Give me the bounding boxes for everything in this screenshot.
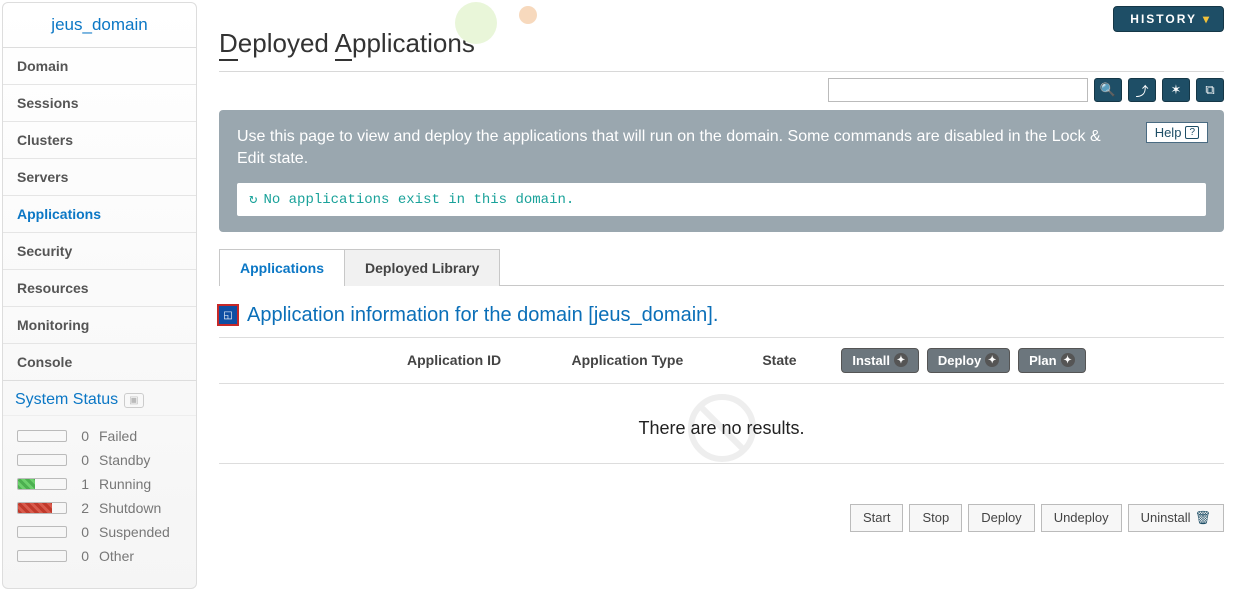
col-checkbox [219, 337, 399, 383]
col-state: State [754, 337, 829, 383]
nav-item-monitoring[interactable]: Monitoring [3, 307, 196, 344]
info-description: Use this page to view and deploy the app… [237, 126, 1206, 171]
system-status-heading: System Status ▣ [3, 381, 196, 416]
undeploy-button[interactable]: Undeploy [1041, 504, 1122, 532]
install-button[interactable]: Install✦ [841, 348, 919, 373]
tab-deployed-library[interactable]: Deployed Library [345, 249, 500, 286]
status-bar-failed [17, 430, 67, 442]
search-button[interactable]: 🔍 [1094, 78, 1122, 102]
chevron-down-icon: ▾ [1203, 12, 1211, 26]
nav-item-servers[interactable]: Servers [3, 159, 196, 196]
system-status-list: 0 Failed 0 Standby 1 Running 2 Shutdown … [3, 416, 196, 584]
start-button[interactable]: Start [850, 504, 903, 532]
nav-item-clusters[interactable]: Clusters [3, 122, 196, 159]
status-bar-running [17, 478, 67, 490]
status-count: 2 [77, 500, 89, 516]
section-heading: ◱ Application information for the domain… [219, 304, 1224, 327]
status-label: Shutdown [99, 500, 161, 516]
status-label: Failed [99, 428, 137, 444]
schema-button[interactable]: ⧉ [1196, 78, 1224, 102]
status-count: 0 [77, 548, 89, 564]
nav-item-security[interactable]: Security [3, 233, 196, 270]
status-row-standby: 0 Standby [17, 448, 182, 472]
uninstall-button[interactable]: Uninstall🗑 [1128, 504, 1224, 532]
status-label: Standby [99, 452, 150, 468]
status-count: 0 [77, 428, 89, 444]
status-message: ↻No applications exist in this domain. [237, 183, 1206, 216]
status-bar-standby [17, 454, 67, 466]
xml-icon: ✶ [1171, 82, 1182, 98]
search-input[interactable] [828, 78, 1088, 102]
nav-item-resources[interactable]: Resources [3, 270, 196, 307]
sidebar-nav: Domain Sessions Clusters Servers Applica… [3, 48, 196, 381]
tab-applications[interactable]: Applications [219, 249, 345, 286]
col-application-type: Application Type [564, 337, 755, 383]
status-row-other: 0 Other [17, 544, 182, 568]
applications-table: Application ID Application Type State In… [219, 337, 1224, 384]
deploy-action-button[interactable]: Deploy [968, 504, 1034, 532]
page-title: Deployed Applications [219, 0, 1224, 72]
status-bar-shutdown [17, 502, 67, 514]
plus-icon: ✦ [894, 353, 908, 367]
status-label: Suspended [99, 524, 170, 540]
main-content: HISTORY ▾ Deployed Applications 🔍 ⤴ ✶ ⧉ … [199, 0, 1234, 591]
section-icon: ◱ [219, 306, 237, 324]
nav-item-domain[interactable]: Domain [3, 48, 196, 85]
plus-icon: ✦ [985, 353, 999, 367]
no-results-message: There are no results. [219, 384, 1224, 464]
tab-bar: Applications Deployed Library [219, 248, 1224, 286]
info-panel: Help ? Use this page to view and deploy … [219, 110, 1224, 232]
col-application-id: Application ID [399, 337, 564, 383]
nav-item-applications[interactable]: Applications [3, 196, 196, 233]
status-count: 0 [77, 452, 89, 468]
export-icon: ⤴ [1135, 81, 1148, 100]
status-row-shutdown: 2 Shutdown [17, 496, 182, 520]
sidebar-domain-name[interactable]: jeus_domain [3, 3, 196, 48]
bottom-action-bar: Start Stop Deploy Undeploy Uninstall🗑 [219, 504, 1224, 532]
status-row-running: 1 Running [17, 472, 182, 496]
status-bar-suspended [17, 526, 67, 538]
history-button[interactable]: HISTORY ▾ [1113, 6, 1224, 32]
section-title: Application information for the domain [… [247, 304, 718, 327]
status-row-failed: 0 Failed [17, 424, 182, 448]
search-icon: 🔍 [1100, 82, 1116, 98]
plan-button[interactable]: Plan✦ [1018, 348, 1085, 373]
question-icon: ? [1185, 126, 1199, 139]
plus-icon: ✦ [1061, 353, 1075, 367]
sidebar: jeus_domain Domain Sessions Clusters Ser… [2, 2, 197, 589]
uninstall-icon: 🗑 [1194, 510, 1211, 525]
nav-item-console[interactable]: Console [3, 344, 196, 381]
deploy-button[interactable]: Deploy✦ [927, 348, 1010, 373]
status-row-suspended: 0 Suspended [17, 520, 182, 544]
stop-button[interactable]: Stop [909, 504, 962, 532]
refresh-icon: ↻ [249, 192, 257, 208]
status-count: 0 [77, 524, 89, 540]
col-actions: Install✦ Deploy✦ Plan✦ [829, 337, 1224, 383]
help-button[interactable]: Help ? [1146, 122, 1208, 143]
xml-button[interactable]: ✶ [1162, 78, 1190, 102]
status-count: 1 [77, 476, 89, 492]
schema-icon: ⧉ [1205, 82, 1214, 98]
status-bar-other [17, 550, 67, 562]
nav-item-sessions[interactable]: Sessions [3, 85, 196, 122]
toolbar-row: 🔍 ⤴ ✶ ⧉ [219, 78, 1224, 102]
status-label: Other [99, 548, 134, 564]
status-toggle-icon[interactable]: ▣ [124, 393, 143, 408]
status-label: Running [99, 476, 151, 492]
export-button[interactable]: ⤴ [1128, 78, 1156, 102]
